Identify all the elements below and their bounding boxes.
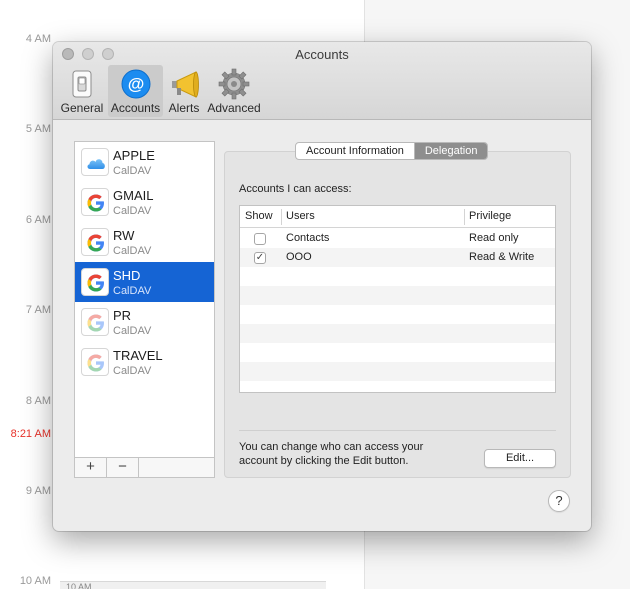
account-name: APPLE (113, 148, 155, 163)
account-name: TRAVEL (113, 348, 163, 363)
table-row[interactable]: ✓ OOO Read & Write (240, 248, 555, 267)
account-item-apple[interactable]: APPLE CalDAV (75, 142, 214, 182)
megaphone-icon (168, 68, 200, 100)
account-item-pr[interactable]: PR CalDAV (75, 302, 214, 342)
icloud-icon (81, 148, 109, 176)
show-checkbox[interactable]: ✓ (254, 252, 266, 264)
user-name: OOO (286, 251, 312, 263)
divider (239, 430, 556, 431)
account-name: PR (113, 308, 132, 323)
toolbar-accounts[interactable]: @ Accounts (108, 65, 163, 117)
empty-row (240, 381, 555, 392)
remove-account-button[interactable]: − (107, 458, 139, 477)
add-account-button[interactable]: + (75, 458, 107, 477)
account-item-travel[interactable]: TRAVEL CalDAV (75, 342, 214, 382)
account-item-rw[interactable]: RW CalDAV (75, 222, 214, 262)
accounts-list[interactable]: APPLE CalDAV GMAIL CalDAV RW CalDAV SHD … (74, 141, 215, 458)
calendar-event[interactable]: 10 AM (60, 581, 326, 589)
google-icon (81, 268, 109, 296)
hour-label-10am: 10 AM (19, 575, 51, 587)
accounts-i-can-access-label: Accounts I can access: (239, 183, 352, 195)
svg-text:@: @ (127, 75, 144, 94)
table-header: Show Users Privilege (240, 206, 555, 228)
column-header-privilege[interactable]: Privilege (469, 210, 511, 222)
account-name: GMAIL (113, 188, 154, 203)
user-name: Contacts (286, 232, 330, 244)
show-checkbox[interactable] (254, 233, 266, 245)
account-tabs: Account Information Delegation (295, 142, 489, 160)
account-type: CalDAV (113, 165, 152, 177)
google-icon (81, 348, 109, 376)
at-sign-icon: @ (120, 68, 152, 100)
empty-row (240, 267, 555, 286)
empty-row (240, 362, 555, 381)
hour-label-7am: 7 AM (25, 304, 51, 316)
empty-row (240, 286, 555, 305)
empty-row (240, 305, 555, 324)
account-item-gmail[interactable]: GMAIL CalDAV (75, 182, 214, 222)
column-separator[interactable] (464, 209, 465, 225)
hour-label-9am: 9 AM (25, 485, 51, 497)
google-icon (81, 188, 109, 216)
account-type: CalDAV (113, 285, 152, 297)
toolbar-alerts[interactable]: Alerts (164, 65, 204, 117)
account-item-shd[interactable]: SHD CalDAV (75, 262, 214, 302)
empty-row (240, 324, 555, 343)
account-name: RW (113, 228, 135, 243)
account-type: CalDAV (113, 205, 152, 217)
hour-label-6am: 6 AM (25, 214, 51, 226)
column-separator[interactable] (281, 209, 282, 225)
switch-icon (66, 68, 98, 100)
account-type: CalDAV (113, 365, 152, 377)
google-icon (81, 228, 109, 256)
delegation-table: Show Users Privilege Contacts Read only … (239, 205, 556, 393)
toolbar-alerts-label: Alerts (168, 101, 200, 115)
table-row[interactable]: Contacts Read only (240, 229, 555, 248)
empty-row (240, 343, 555, 362)
gear-icon (218, 68, 250, 100)
title-bar: Accounts General @ Accounts Alerts Advan… (53, 42, 591, 120)
user-privilege: Read & Write (469, 251, 535, 263)
toolbar-general[interactable]: General (58, 65, 106, 117)
hour-label-8am: 8 AM (25, 395, 51, 407)
google-icon (81, 308, 109, 336)
toolbar-advanced[interactable]: Advanced (206, 65, 262, 117)
tab-account-information[interactable]: Account Information (296, 143, 414, 159)
help-button[interactable]: ? (548, 490, 570, 512)
column-header-show[interactable]: Show (245, 210, 273, 222)
window-title: Accounts (295, 47, 349, 62)
account-name: SHD (113, 268, 141, 283)
toolbar-accounts-label: Accounts (110, 101, 161, 115)
current-time-label: 8:21 AM (10, 428, 51, 440)
toolbar-advanced-label: Advanced (207, 101, 261, 115)
accounts-preferences-window: Accounts General @ Accounts Alerts Advan… (53, 42, 591, 531)
account-list-footer: + − (74, 458, 215, 478)
user-privilege: Read only (469, 232, 519, 244)
edit-info-text: You can change who can access your accou… (239, 441, 424, 467)
hour-label-5am: 5 AM (25, 123, 51, 135)
hour-label-4am: 4 AM (25, 33, 51, 45)
column-header-users[interactable]: Users (286, 210, 315, 222)
edit-button[interactable]: Edit... (484, 449, 556, 468)
toolbar-general-label: General (60, 101, 104, 115)
account-type: CalDAV (113, 245, 152, 257)
account-type: CalDAV (113, 325, 152, 337)
tab-delegation[interactable]: Delegation (413, 143, 488, 159)
